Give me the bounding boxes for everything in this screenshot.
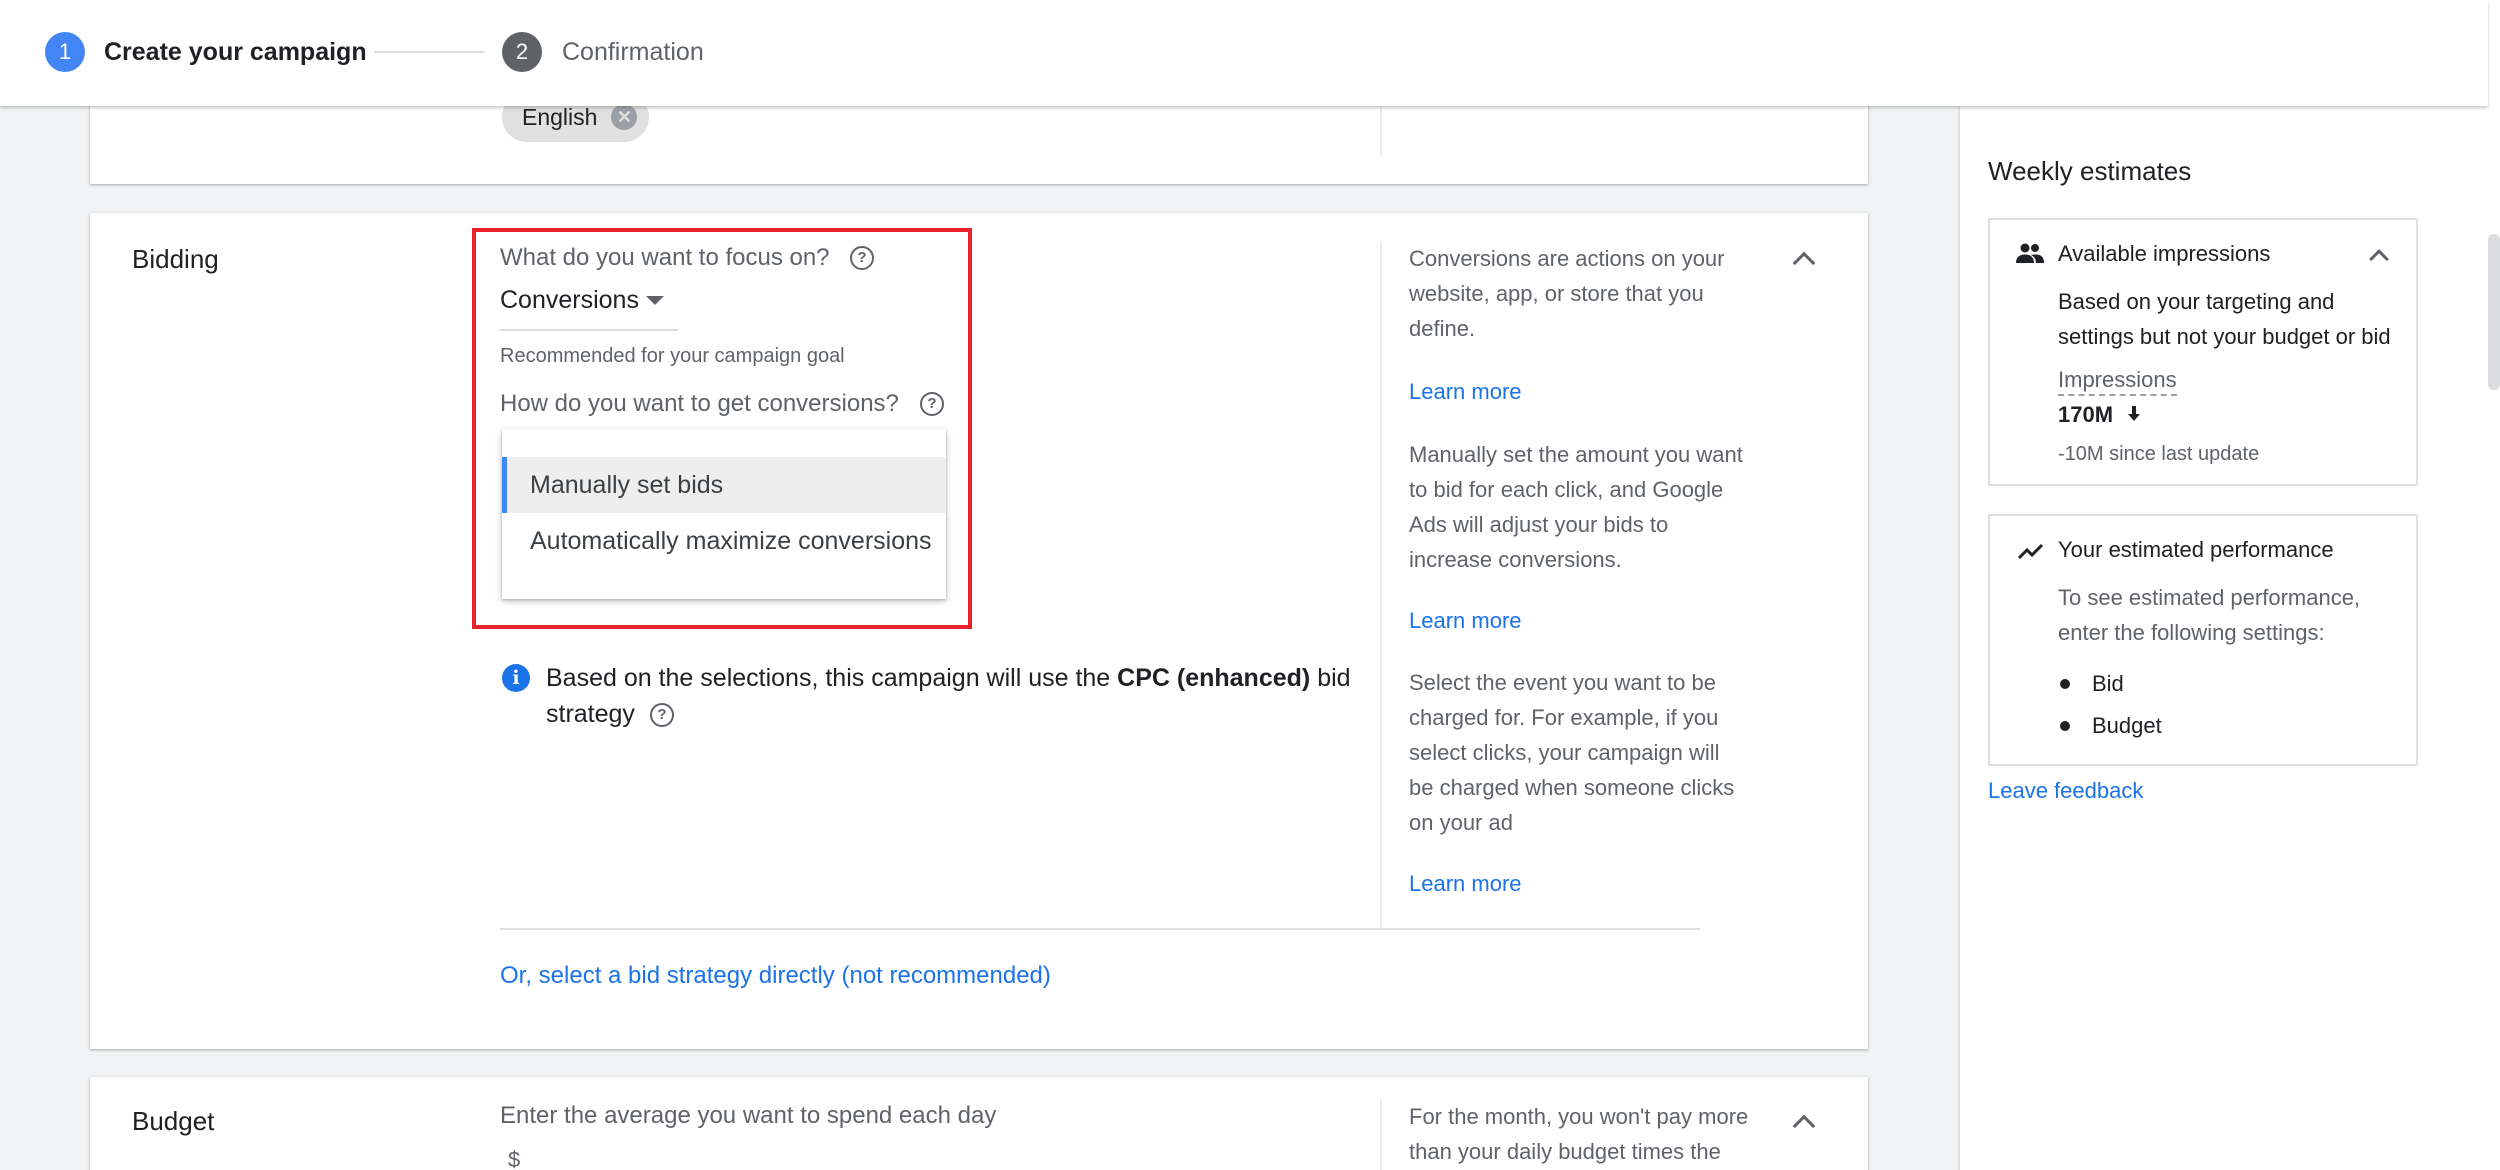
budget-help-line: than your daily budget times the (1409, 1139, 1721, 1164)
step-2-indicator: 2 (502, 32, 542, 72)
help-divider (1380, 241, 1382, 929)
help-line: select clicks, your campaign will (1409, 740, 1720, 765)
impressions-card: Available impressions Based on your targ… (1988, 218, 2418, 486)
info-suffix: bid (1310, 664, 1351, 692)
performance-card-title: Your estimated performance (2058, 537, 2334, 562)
impressions-card-title: Available impressions (2058, 241, 2271, 266)
learn-more-link-1[interactable]: Learn more (1409, 377, 1522, 407)
info-icon: i (502, 664, 530, 692)
learn-more-link-2[interactable]: Learn more (1409, 606, 1522, 636)
scrollbar-track[interactable] (2488, 0, 2500, 1170)
help-line: increase conversions. (1409, 547, 1622, 572)
arrow-down-icon (2128, 406, 2140, 421)
impressions-metric-label[interactable]: Impressions (2058, 366, 2177, 396)
budget-card: Budget Enter the average you want to spe… (90, 1077, 1868, 1170)
help-line: to bid for each click, and Google (1409, 477, 1724, 502)
help-line: Select the event you want to be (1409, 670, 1716, 695)
estimates-panel: Weekly estimates Available impressions B… (1960, 106, 2488, 1170)
impressions-desc-line: Based on your targeting and (2058, 289, 2335, 314)
help-line: Manually set the amount you want (1409, 442, 1743, 467)
budget-question: Enter the average you want to spend each… (500, 1102, 997, 1129)
performance-desc-line: To see estimated performance, (2058, 585, 2361, 610)
required-setting-bid: Bid (2092, 671, 2124, 696)
bullet (2060, 721, 2070, 731)
select-bid-strategy-link[interactable]: Or, select a bid strategy directly (not … (500, 961, 1051, 991)
estimates-heading: Weekly estimates (1988, 156, 2192, 186)
step-2-label[interactable]: Confirmation (562, 37, 704, 67)
highlight-box (472, 228, 972, 629)
step-1-indicator: 1 (45, 32, 85, 72)
scrollbar-thumb[interactable] (2488, 234, 2500, 390)
step-connector (374, 51, 484, 53)
performance-desc-line: enter the following settings: (2058, 620, 2325, 645)
remove-chip-icon[interactable]: ✕ (611, 104, 638, 130)
bidding-card: Bidding What do you want to focus on? ? … (90, 213, 1868, 1049)
strategy-name: CPC (enhanced) (1117, 664, 1311, 692)
strategy-help-icon[interactable]: ? (650, 703, 674, 727)
budget-title: Budget (132, 1106, 215, 1136)
info-prefix: Based on the selections, this campaign w… (546, 664, 1118, 692)
learn-more-link-3[interactable]: Learn more (1409, 869, 1522, 899)
performance-card: Your estimated performance To see estima… (1988, 514, 2418, 766)
help-line: website, app, or store that you (1409, 281, 1704, 306)
help-divider (1380, 1099, 1382, 1170)
people-icon (2016, 243, 2044, 263)
trending-up-icon (2018, 543, 2044, 560)
impressions-metric-value: 170M (2058, 402, 2114, 427)
help-line: Conversions are actions on your (1409, 246, 1725, 271)
help-line: define. (1409, 316, 1476, 341)
language-chip-label: English (522, 103, 598, 130)
currency-symbol: $ (508, 1147, 521, 1170)
budget-help-line: For the month, you won't pay more (1409, 1104, 1749, 1129)
bidding-title: Bidding (132, 244, 219, 274)
collapse-chevron-icon[interactable] (1792, 1114, 1816, 1138)
bidding-bottom-divider (500, 928, 1700, 930)
campaign-stepper: 1 Create your campaign 2 Confirmation (0, 0, 2488, 106)
help-line: Ads will adjust your bids to (1409, 512, 1669, 537)
leave-feedback-link[interactable]: Leave feedback (1988, 776, 2143, 806)
collapse-chevron-icon[interactable] (2369, 249, 2389, 269)
step-1-label[interactable]: Create your campaign (104, 37, 367, 67)
bullet (2060, 679, 2070, 689)
bid-strategy-info: Based on the selections, this campaign w… (546, 660, 1351, 696)
required-setting-budget: Budget (2092, 713, 2162, 738)
help-line: charged for. For example, if you (1409, 705, 1719, 730)
help-line: on your ad (1409, 810, 1513, 835)
help-line: be charged when someone clicks (1409, 775, 1735, 800)
impressions-desc-line: settings but not your budget or bid (2058, 324, 2391, 349)
collapse-chevron-icon[interactable] (1792, 251, 1816, 275)
impressions-change: -10M since last update (2058, 443, 2260, 465)
info-line-2: strategy (546, 700, 635, 728)
